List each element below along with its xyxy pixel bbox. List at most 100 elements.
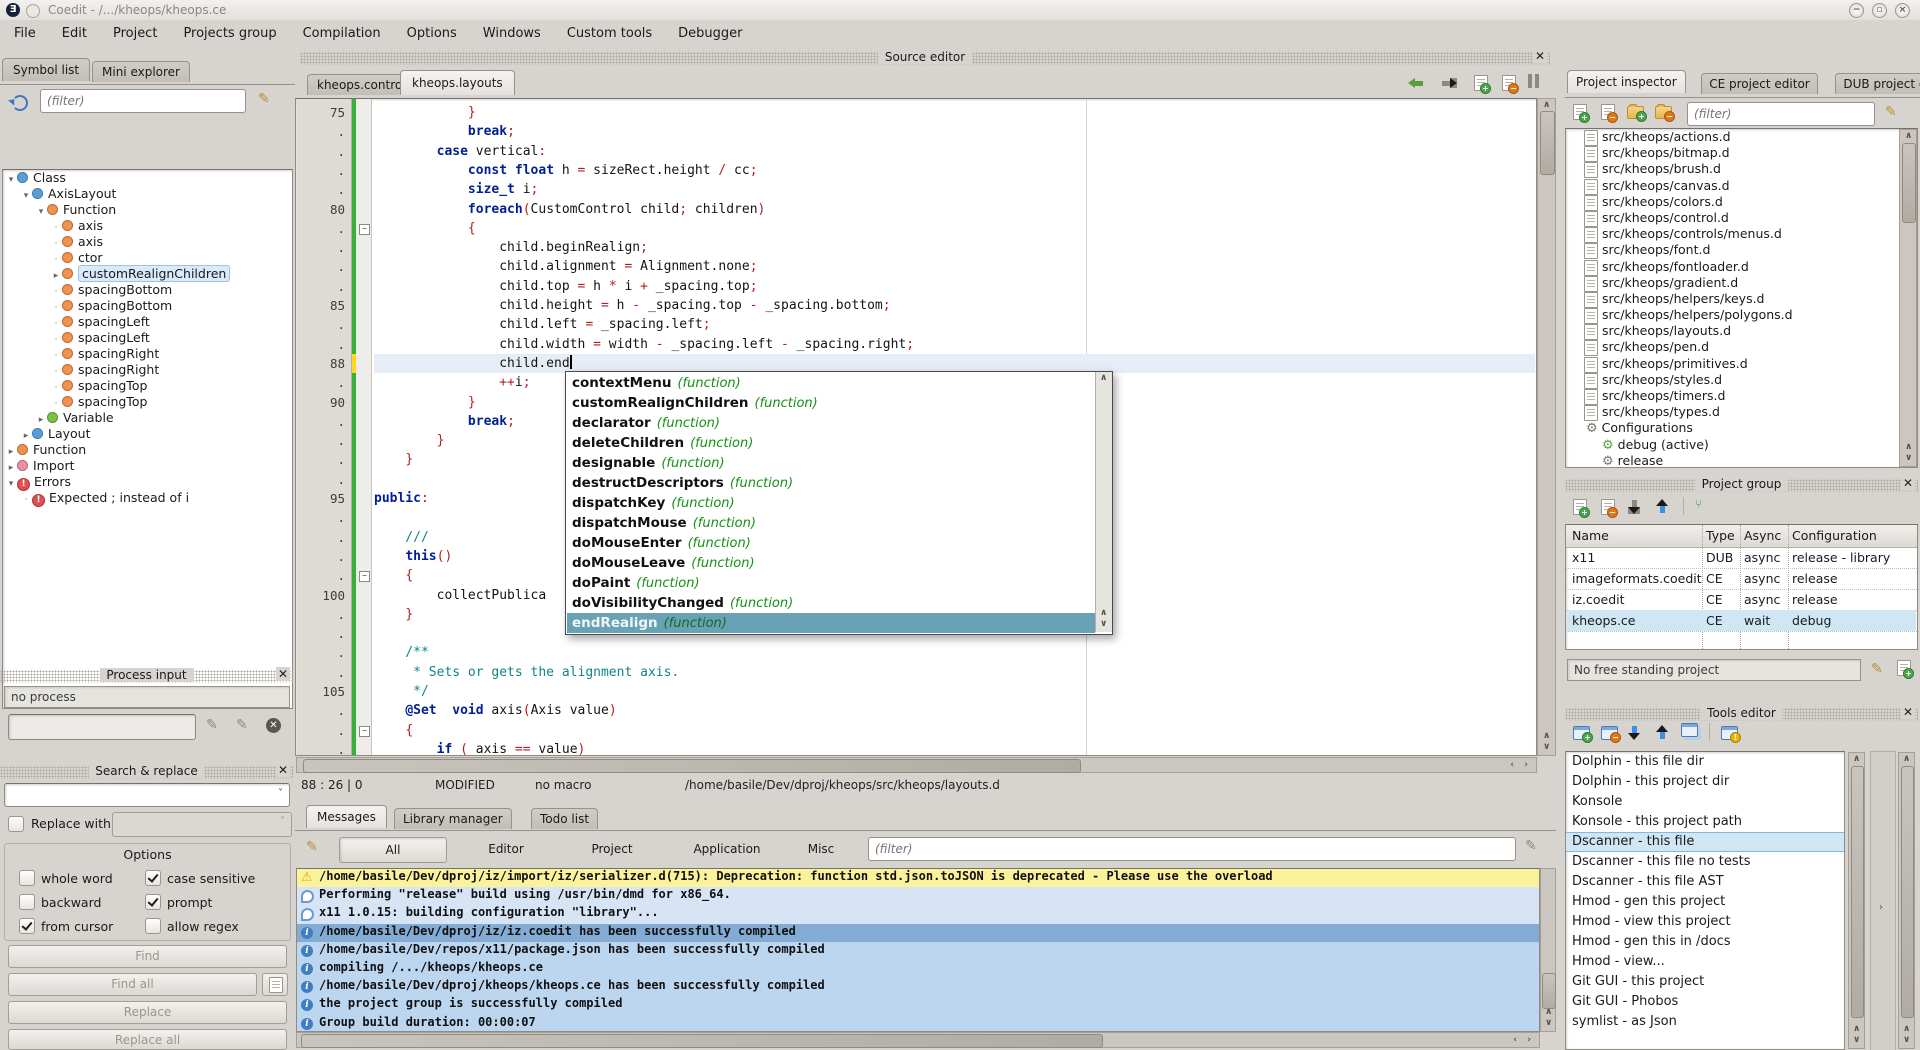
compile-group-icon[interactable]: ⑂	[1695, 497, 1702, 511]
symbol-tree-item[interactable]: ▸Layout	[3, 426, 292, 442]
add-folder-icon[interactable]: +	[1627, 106, 1644, 119]
menu-edit[interactable]: Edit	[62, 26, 87, 41]
tools-detail-vscroll-thumb[interactable]	[1901, 766, 1914, 1018]
symbol-tree-item[interactable]: ·!Expected ; instead of i	[3, 490, 292, 506]
completion-item[interactable]: customRealignChildren(function)	[567, 393, 1095, 413]
menu-windows[interactable]: Windows	[483, 26, 541, 41]
filter-all[interactable]: All	[339, 837, 447, 863]
remove-folder-icon[interactable]: −	[1655, 106, 1672, 119]
add-project-icon[interactable]: +	[1573, 499, 1587, 515]
completion-item[interactable]: dispatchMouse(function)	[567, 513, 1095, 533]
symbol-tree-item[interactable]: ·axis	[3, 234, 292, 250]
process-input-close-icon[interactable]: ✕	[276, 667, 290, 681]
tool-item[interactable]: Dolphin - this file dir	[1566, 752, 1844, 772]
code-line[interactable]: * Sets or gets the alignment axis.	[374, 663, 1535, 682]
log-message[interactable]: i/home/basile/Dev/repos/x11/package.json…	[297, 942, 1539, 960]
project-file-item[interactable]: src/kheops/helpers/keys.d	[1566, 291, 1917, 307]
code-line[interactable]: if (_axis == value)	[374, 740, 1535, 755]
scroll-up-icon[interactable]: ∧	[1545, 1008, 1552, 1017]
scroll-down-icon[interactable]: ∨	[1853, 1036, 1860, 1045]
code-line[interactable]: child.left = _spacing.left;	[374, 315, 1535, 334]
completion-item[interactable]: doMouseEnter(function)	[567, 533, 1095, 553]
column-header-configuration[interactable]: Configuration	[1788, 525, 1918, 548]
scroll-up-icon[interactable]: ∧	[1543, 732, 1550, 741]
send-input-icon[interactable]: ✎	[206, 717, 218, 733]
cell-name[interactable]: kheops.ce	[1572, 610, 1702, 631]
tool-item[interactable]: Hmod - gen this project	[1566, 892, 1844, 912]
symbol-tree-item[interactable]: ▸Import	[3, 458, 292, 474]
project-file-item[interactable]: src/kheops/gradient.d	[1566, 275, 1917, 291]
cell-type[interactable]: CE	[1706, 568, 1742, 589]
editor-hscrollbar[interactable]: ‹ ›	[296, 757, 1537, 773]
scroll-down-icon[interactable]: ∨	[1100, 620, 1107, 629]
tools-editor-close-icon[interactable]: ✕	[1901, 705, 1915, 719]
completion-item[interactable]: deleteChildren(function)	[567, 433, 1095, 453]
tab-todo-list[interactable]: Todo list	[531, 808, 598, 829]
editor-hscroll-thumb[interactable]	[303, 759, 1081, 773]
tab-library-manager[interactable]: Library manager	[394, 808, 512, 829]
code-line[interactable]: {	[374, 721, 1535, 740]
checkbox-whole-word[interactable]	[19, 870, 35, 886]
code-line[interactable]: {	[374, 219, 1535, 238]
code-line[interactable]: child.width = width - _spacing.left - _s…	[374, 335, 1535, 354]
add-free-standing-icon[interactable]: +	[1897, 660, 1911, 676]
maximize-button[interactable]: ▫	[1872, 3, 1887, 18]
tool-item[interactable]: symlist - as Json	[1566, 1012, 1844, 1032]
scroll-down-icon[interactable]: ∨	[1903, 1036, 1910, 1045]
search-close-icon[interactable]: ✕	[276, 763, 290, 777]
remove-project-icon[interactable]: −	[1601, 499, 1615, 515]
inspector-vscrollbar[interactable]: ∧ ∧ ∨	[1899, 129, 1917, 467]
scroll-up-icon[interactable]: ∧	[1853, 1025, 1860, 1034]
log-message[interactable]: i/home/basile/Dev/dproj/kheops/kheops.ce…	[297, 978, 1539, 996]
add-source-icon[interactable]: +	[1573, 104, 1587, 120]
cell-name[interactable]: x11	[1572, 547, 1702, 568]
project-file-item[interactable]: src/kheops/helpers/polygons.d	[1566, 307, 1917, 323]
inspector-filter-input[interactable]	[1687, 102, 1875, 126]
scroll-right-icon[interactable]: ›	[1524, 761, 1528, 770]
completion-item[interactable]: dispatchKey(function)	[567, 493, 1095, 513]
tab-kheops-layouts[interactable]: kheops.layouts	[400, 70, 515, 95]
code-line[interactable]: /**	[374, 643, 1535, 662]
completion-item[interactable]: doPaint(function)	[567, 573, 1095, 593]
find-button[interactable]: Find	[8, 945, 287, 968]
symbol-tree-item[interactable]: ·spacingLeft	[3, 314, 292, 330]
project-file-item[interactable]: src/kheops/layouts.d	[1566, 323, 1917, 339]
send-input-no-newline-icon[interactable]: ✎	[236, 717, 248, 733]
filter-project[interactable]: Project	[577, 837, 647, 861]
code-line[interactable]: const float h = sizeRect.height / cc;	[374, 161, 1535, 180]
tab-project-inspector[interactable]: Project inspector	[1567, 70, 1686, 93]
completion-item[interactable]: designable(function)	[567, 453, 1095, 473]
tab-mini-explorer[interactable]: Mini explorer	[92, 61, 190, 82]
tool-item[interactable]: Dscanner - this file AST	[1566, 872, 1844, 892]
project-file-item[interactable]: src/kheops/bitmap.d	[1566, 145, 1917, 161]
close-document-icon[interactable]: −	[1502, 75, 1516, 91]
completion-item[interactable]: destructDescriptors(function)	[567, 473, 1095, 493]
tool-item[interactable]: Hmod - view...	[1566, 952, 1844, 972]
tool-item[interactable]: Konsole	[1566, 792, 1844, 812]
project-file-item[interactable]: src/kheops/actions.d	[1566, 129, 1917, 145]
project-file-item[interactable]: src/kheops/controls/menus.d	[1566, 226, 1917, 242]
project-file-item[interactable]: src/kheops/font.d	[1566, 242, 1917, 258]
symbol-pen-icon[interactable]: ✎	[258, 91, 270, 107]
checkbox-from-cursor[interactable]	[19, 918, 35, 934]
symbol-tree-item[interactable]: ·spacingRight	[3, 362, 292, 378]
project-file-item[interactable]: src/kheops/styles.d	[1566, 372, 1917, 388]
menu-custom-tools[interactable]: Custom tools	[567, 26, 652, 41]
messages-vscroll-thumb[interactable]	[1542, 973, 1556, 1009]
search-term-combo[interactable]: ˅	[4, 783, 290, 807]
project-file-item[interactable]: src/kheops/timers.d	[1566, 388, 1917, 404]
move-project-up-icon[interactable]	[1655, 499, 1669, 514]
add-tool-icon[interactable]: +	[1573, 726, 1590, 740]
split-view-icon[interactable]	[1528, 74, 1539, 88]
minimize-button[interactable]: −	[1849, 3, 1864, 18]
symbol-tree-item[interactable]: ·spacingTop	[3, 378, 292, 394]
replace-all-button[interactable]: Replace all	[8, 1029, 287, 1050]
log-message[interactable]: icompiling /.../kheops/kheops.ce	[297, 960, 1539, 978]
scroll-up-icon[interactable]: ∧	[1853, 755, 1860, 764]
code-line[interactable]: child.beginRealign;	[374, 238, 1535, 257]
configuration-item[interactable]: ⚙debug (active)	[1566, 437, 1917, 453]
project-group-close-icon[interactable]: ✕	[1901, 476, 1915, 490]
move-tool-down-icon[interactable]	[1627, 725, 1641, 740]
menu-project[interactable]: Project	[113, 26, 157, 41]
menu-projects-group[interactable]: Projects group	[183, 26, 276, 41]
